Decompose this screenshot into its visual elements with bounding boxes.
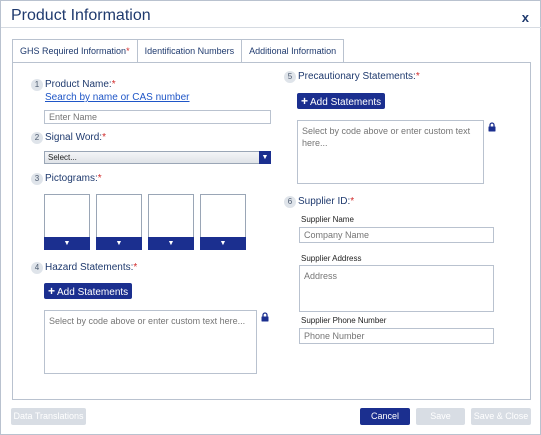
lock-icon	[261, 312, 269, 322]
step-number-4: 4	[31, 262, 43, 274]
button-label: Add Statements	[57, 287, 129, 298]
signal-word-label-text: Signal Word:	[45, 132, 103, 143]
chevron-down-icon[interactable]: ▼	[200, 237, 246, 250]
product-name-label-text: Product Name:	[45, 79, 112, 90]
tab-additional-information[interactable]: Additional Information	[242, 39, 345, 63]
data-translations-button[interactable]: Data Translations	[11, 408, 86, 425]
signal-word-label: Signal Word:*	[45, 132, 106, 143]
tab-label: Identification Numbers	[144, 46, 235, 56]
step-number-6: 6	[284, 196, 296, 208]
tab-label: GHS Required Information	[20, 46, 127, 56]
supplier-name-input[interactable]	[299, 227, 494, 243]
step-number-1: 1	[31, 79, 43, 91]
required-mark: *	[102, 132, 106, 143]
hazard-statements-label-text: Hazard Statements:	[45, 262, 134, 273]
signal-word-selected: Select...	[48, 153, 77, 162]
required-mark: *	[111, 79, 116, 90]
chevron-down-icon[interactable]: ▼	[148, 237, 194, 250]
required-mark: *	[350, 196, 355, 207]
supplier-address-textarea[interactable]	[299, 265, 494, 312]
pictogram-slot[interactable]: ▼	[148, 194, 194, 250]
precautionary-statements-label: Precautionary Statements:*	[298, 71, 420, 82]
save-close-button[interactable]: Save & Close	[471, 408, 531, 425]
step-number-2: 2	[31, 132, 43, 144]
supplier-address-label: Supplier Address	[301, 254, 362, 263]
supplier-phone-label: Supplier Phone Number	[301, 316, 387, 325]
pictograms-label-text: Pictograms:	[45, 173, 98, 184]
plus-icon: +	[301, 94, 309, 108]
precautionary-statements-textarea[interactable]	[297, 120, 484, 184]
precautionary-statements-label-text: Precautionary Statements:	[298, 71, 416, 82]
button-label: Add Statements	[310, 97, 382, 108]
title-divider	[1, 27, 541, 28]
tab-bar: GHS Required Information* Identification…	[12, 39, 345, 63]
required-mark: *	[415, 71, 420, 82]
hazard-statements-label: Hazard Statements:*	[45, 262, 137, 273]
supplier-phone-input[interactable]	[299, 328, 494, 344]
search-by-name-link[interactable]: Search by name or CAS number	[45, 92, 190, 103]
close-button[interactable]: x	[522, 10, 529, 25]
cancel-button[interactable]: Cancel	[360, 408, 410, 425]
pictogram-slot[interactable]: ▼	[44, 194, 90, 250]
product-name-label: Product Name:*	[45, 79, 116, 90]
required-mark: *	[97, 173, 102, 184]
supplier-name-label: Supplier Name	[301, 215, 354, 224]
hazard-statements-textarea[interactable]	[44, 310, 257, 374]
step-number-5: 5	[284, 71, 296, 83]
plus-icon: +	[48, 284, 56, 298]
pictograms-label: Pictograms:*	[45, 173, 102, 184]
add-hazard-statements-button[interactable]: + Add Statements	[44, 283, 133, 299]
supplier-id-label-text: Supplier ID:	[298, 196, 351, 207]
tab-ghs-required-information[interactable]: GHS Required Information*	[12, 39, 138, 63]
step-number-3: 3	[31, 173, 43, 185]
pictogram-slot[interactable]: ▼	[200, 194, 246, 250]
required-mark: *	[126, 46, 130, 56]
tab-label: Additional Information	[249, 46, 337, 56]
product-information-dialog: Product Information x GHS Required Infor…	[0, 0, 541, 435]
pictogram-slot[interactable]: ▼	[96, 194, 142, 250]
product-name-input[interactable]	[44, 110, 271, 124]
chevron-down-icon[interactable]: ▼	[44, 237, 90, 250]
save-button[interactable]: Save	[416, 408, 465, 425]
add-precautionary-statements-button[interactable]: + Add Statements	[297, 93, 386, 109]
dialog-title: Product Information	[11, 7, 151, 24]
chevron-down-icon: ▼	[259, 151, 271, 164]
required-mark: *	[133, 262, 138, 273]
tab-identification-numbers[interactable]: Identification Numbers	[137, 39, 243, 63]
chevron-down-icon[interactable]: ▼	[96, 237, 142, 250]
signal-word-select[interactable]: Select... ▼	[44, 151, 271, 164]
supplier-id-label: Supplier ID:*	[298, 196, 354, 207]
lock-icon	[488, 122, 496, 132]
